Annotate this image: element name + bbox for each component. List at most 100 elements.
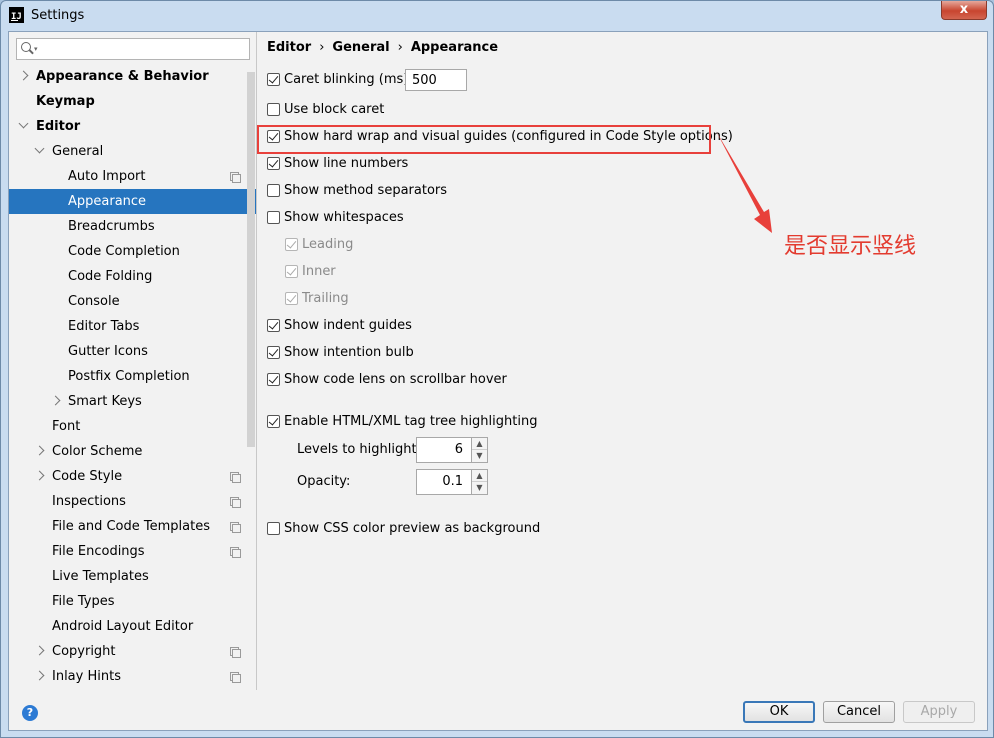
spin-down-icon[interactable]: ▼ xyxy=(472,482,487,494)
indent-guides-label: Show indent guides xyxy=(284,318,412,333)
project-scope-icon xyxy=(230,547,241,558)
sidebar-item-label: Breadcrumbs xyxy=(68,219,155,234)
sidebar-item-label: File Encodings xyxy=(52,544,145,559)
opacity-label: Opacity: xyxy=(297,474,351,489)
sidebar-item[interactable]: Color Scheme xyxy=(9,439,256,464)
sidebar-item[interactable]: File Types xyxy=(9,589,256,614)
spin-up-icon[interactable]: ▲ xyxy=(472,438,487,450)
sidebar-item[interactable]: Live Templates xyxy=(9,564,256,589)
chevron-right-icon[interactable] xyxy=(50,395,61,406)
chevron-right-icon[interactable] xyxy=(34,445,45,456)
chevron-right-icon[interactable] xyxy=(34,670,45,681)
opacity-spinner[interactable]: 0.1 ▲ ▼ xyxy=(416,469,488,495)
levels-label: Levels to highlight: xyxy=(297,442,421,457)
sidebar-item[interactable]: Postfix Completion xyxy=(9,364,256,389)
spin-down-icon[interactable]: ▼ xyxy=(472,450,487,462)
sidebar-item-label: Smart Keys xyxy=(68,394,142,409)
chevron-down-icon[interactable] xyxy=(34,143,45,154)
sidebar-item-label: Console xyxy=(68,294,120,309)
close-button[interactable]: x xyxy=(941,1,987,20)
trailing-checkbox xyxy=(285,292,298,305)
ok-button[interactable]: OK xyxy=(743,701,815,723)
sidebar-item[interactable]: Android Layout Editor xyxy=(9,614,256,639)
sidebar-item[interactable]: Inlay Hints xyxy=(9,664,256,689)
search-options-chevron-icon[interactable]: ▾ xyxy=(34,45,38,53)
block-caret-checkbox[interactable] xyxy=(267,103,280,116)
sidebar-item-label: Code Style xyxy=(52,469,123,484)
project-scope-icon xyxy=(230,672,241,683)
sidebar-item[interactable]: Editor Tabs xyxy=(9,314,256,339)
sidebar-item[interactable]: Code Folding xyxy=(9,264,256,289)
project-scope-icon xyxy=(230,497,241,508)
sidebar-item[interactable]: Smart Keys xyxy=(9,389,256,414)
inner-label: Inner xyxy=(302,264,336,279)
line-numbers-checkbox[interactable] xyxy=(267,157,280,170)
intellij-logo-icon: IJ xyxy=(9,7,24,23)
intention-bulb-checkbox[interactable] xyxy=(267,346,280,359)
caret-blinking-input[interactable] xyxy=(405,69,467,91)
sidebar-item-label: File and Code Templates xyxy=(52,519,210,534)
sidebar-item[interactable]: File and Code Templates xyxy=(9,514,256,539)
sidebar-item[interactable]: Console xyxy=(9,289,256,314)
chevron-right-icon[interactable] xyxy=(34,470,45,481)
sidebar-item-label: File Types xyxy=(52,594,115,609)
whitespaces-checkbox[interactable] xyxy=(267,211,280,224)
project-scope-icon xyxy=(230,472,241,483)
sidebar-item[interactable]: Appearance & Behavior xyxy=(9,64,256,89)
sidebar-item[interactable]: Auto Import xyxy=(9,164,256,189)
search-input[interactable] xyxy=(43,40,243,58)
spin-up-icon[interactable]: ▲ xyxy=(472,470,487,482)
sidebar-item-label: Copyright xyxy=(52,644,116,659)
leading-label: Leading xyxy=(302,237,354,252)
sidebar-item[interactable]: File Encodings xyxy=(9,539,256,564)
project-scope-icon xyxy=(230,172,241,183)
project-scope-icon xyxy=(230,522,241,533)
title-bar[interactable]: IJ Settings x xyxy=(1,1,993,31)
sidebar-scrollbar[interactable] xyxy=(247,72,255,447)
chevron-down-icon[interactable] xyxy=(18,118,29,129)
chevron-right-icon[interactable] xyxy=(34,645,45,656)
sidebar-item[interactable]: Editor xyxy=(9,114,256,139)
code-lens-checkbox[interactable] xyxy=(267,373,280,386)
sidebar-item-label: Editor Tabs xyxy=(68,319,140,334)
sidebar-item[interactable]: Inspections xyxy=(9,489,256,514)
breadcrumb-appearance: Appearance xyxy=(410,40,499,55)
line-numbers-label: Show line numbers xyxy=(284,156,409,171)
search-field[interactable]: ▾ xyxy=(16,38,250,60)
sidebar-item[interactable]: Breadcrumbs xyxy=(9,214,256,239)
indent-guides-checkbox[interactable] xyxy=(267,319,280,332)
opacity-value[interactable]: 0.1 xyxy=(416,469,472,495)
sidebar-item-label: Code Completion xyxy=(68,244,180,259)
sidebar-item[interactable]: Code Completion xyxy=(9,239,256,264)
method-separators-checkbox[interactable] xyxy=(267,184,280,197)
sidebar-item-label: Appearance & Behavior xyxy=(36,69,209,84)
sidebar-item-label: Android Layout Editor xyxy=(52,619,194,634)
settings-window: IJ Settings x ▾ Appearance & Behavior Key… xyxy=(0,0,994,738)
annotation-arrow-icon xyxy=(716,131,772,233)
block-caret-label: Use block caret xyxy=(284,102,385,117)
levels-spinner[interactable]: 6 ▲ ▼ xyxy=(416,437,488,463)
sidebar-item[interactable]: Copyright xyxy=(9,639,256,664)
sidebar-item[interactable]: General xyxy=(9,139,256,164)
help-icon[interactable]: ? xyxy=(22,705,38,721)
css-preview-checkbox[interactable] xyxy=(267,522,280,535)
sidebar-item-label: Postfix Completion xyxy=(68,369,190,384)
whitespaces-label: Show whitespaces xyxy=(284,210,404,225)
tag-tree-checkbox[interactable] xyxy=(267,415,280,428)
cancel-button[interactable]: Cancel xyxy=(823,701,895,723)
levels-value[interactable]: 6 xyxy=(416,437,472,463)
intention-bulb-label: Show intention bulb xyxy=(284,345,414,360)
tag-tree-label: Enable HTML/XML tag tree highlighting xyxy=(284,414,538,429)
sidebar-item[interactable]: Font xyxy=(9,414,256,439)
chevron-right-icon[interactable] xyxy=(18,70,29,81)
sidebar-item-label: Appearance xyxy=(68,194,147,209)
sidebar-item[interactable]: Code Style xyxy=(9,464,256,489)
sidebar-item[interactable]: Gutter Icons xyxy=(9,339,256,364)
caret-blinking-checkbox[interactable] xyxy=(267,73,280,86)
sidebar-item[interactable]: Keymap xyxy=(9,89,256,114)
breadcrumb-separator: › xyxy=(397,40,403,55)
settings-sidebar: ▾ Appearance & Behavior Keymap Editor Gener… xyxy=(9,32,256,690)
breadcrumb-editor: Editor xyxy=(267,40,312,55)
sidebar-item[interactable]: Appearance xyxy=(9,189,256,214)
sidebar-item-label: Font xyxy=(52,419,81,434)
